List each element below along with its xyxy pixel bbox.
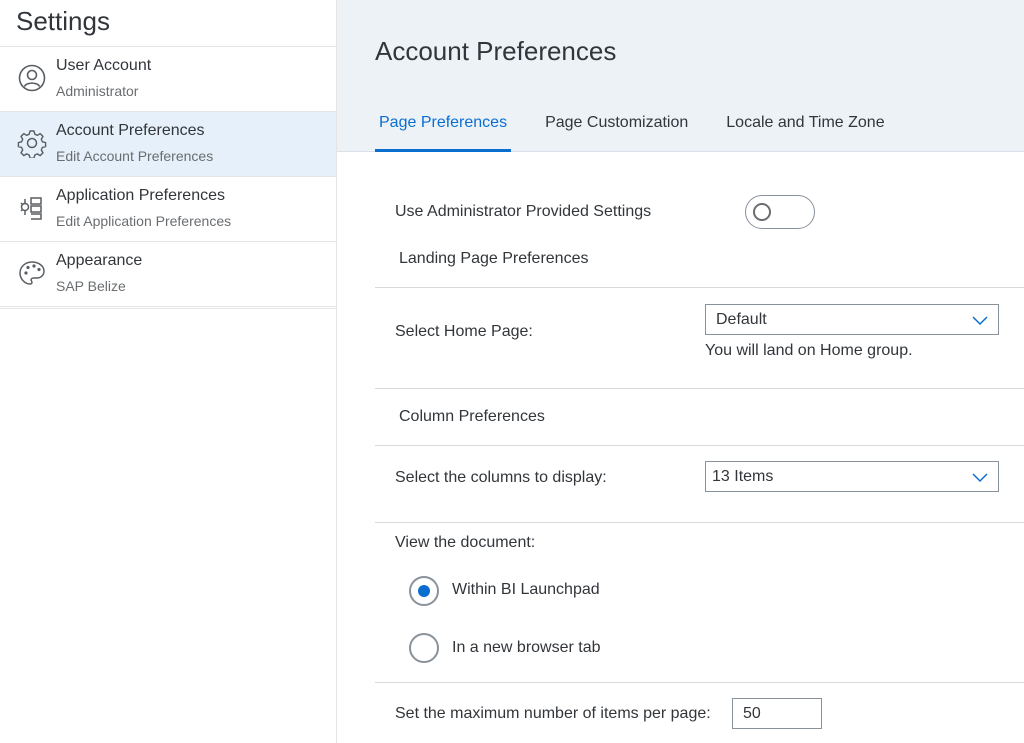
main-panel: Account Preferences Page Preferences Pag… bbox=[337, 0, 1024, 743]
divider bbox=[375, 445, 1024, 446]
divider bbox=[375, 287, 1024, 288]
tab-page-preferences[interactable]: Page Preferences bbox=[375, 104, 512, 152]
max-items-label: Set the maximum number of items per page… bbox=[395, 705, 711, 722]
sidebar-item-title: Account Preferences bbox=[56, 122, 205, 139]
toggle-knob bbox=[753, 203, 771, 221]
page-title: Account Preferences bbox=[375, 36, 617, 66]
tab-page-customization[interactable]: Page Customization bbox=[541, 104, 692, 152]
radio-label-new-browser-tab: In a new browser tab bbox=[452, 639, 601, 656]
radio-new-browser-tab[interactable] bbox=[409, 633, 439, 663]
settings-sidebar: Settings User Account Administrator Acco… bbox=[0, 0, 337, 743]
columns-select[interactable]: 13 Items bbox=[705, 461, 999, 492]
sidebar-item-title: Appearance bbox=[56, 252, 143, 269]
home-page-select[interactable]: Default bbox=[705, 304, 999, 335]
radio-label-within-bi-launchpad: Within BI Launchpad bbox=[452, 581, 600, 598]
sidebar-item-application-preferences[interactable]: Application Preferences Edit Application… bbox=[0, 177, 336, 242]
landing-page-section-title: Landing Page Preferences bbox=[399, 250, 589, 267]
sidebar-item-desc: Edit Account Preferences bbox=[56, 148, 214, 164]
page-header: Account Preferences Page Preferences Pag… bbox=[337, 0, 1024, 152]
divider bbox=[375, 682, 1024, 683]
radio-dot bbox=[418, 585, 430, 597]
columns-select-value: 13 Items bbox=[712, 468, 774, 485]
max-items-input[interactable] bbox=[732, 698, 822, 729]
divider bbox=[375, 388, 1024, 389]
chevron-down-icon bbox=[972, 473, 988, 483]
user-icon bbox=[17, 63, 47, 93]
divider bbox=[375, 522, 1024, 523]
admin-settings-label: Use Administrator Provided Settings bbox=[395, 203, 652, 220]
sidebar-list-end bbox=[0, 307, 336, 309]
sidebar-item-account-preferences[interactable]: Account Preferences Edit Account Prefere… bbox=[0, 112, 336, 177]
application-icon bbox=[17, 193, 47, 223]
home-page-hint: You will land on Home group. bbox=[705, 342, 913, 359]
home-page-select-value: Default bbox=[716, 311, 767, 328]
column-preferences-section-title: Column Preferences bbox=[399, 408, 545, 425]
sidebar-item-title: User Account bbox=[56, 57, 152, 74]
sidebar-title: Settings bbox=[16, 6, 110, 36]
sidebar-item-desc: Administrator bbox=[56, 83, 139, 99]
sidebar-item-title: Application Preferences bbox=[56, 187, 225, 204]
palette-icon bbox=[17, 258, 47, 288]
admin-settings-toggle[interactable] bbox=[745, 195, 815, 229]
tab-bar: Page Preferences Page Customization Loca… bbox=[375, 104, 919, 152]
radio-within-bi-launchpad[interactable] bbox=[409, 576, 439, 606]
sidebar-item-desc: SAP Belize bbox=[56, 278, 126, 294]
view-document-label: View the document: bbox=[395, 534, 536, 551]
sidebar-list: User Account Administrator Account Prefe… bbox=[0, 46, 336, 309]
home-page-label: Select Home Page: bbox=[395, 323, 533, 340]
sidebar-item-user-account[interactable]: User Account Administrator bbox=[0, 47, 336, 112]
gear-icon bbox=[17, 128, 47, 159]
tab-locale-time-zone[interactable]: Locale and Time Zone bbox=[722, 104, 888, 152]
sidebar-item-desc: Edit Application Preferences bbox=[56, 213, 232, 229]
sidebar-item-appearance[interactable]: Appearance SAP Belize bbox=[0, 242, 336, 307]
chevron-down-icon bbox=[972, 316, 988, 326]
columns-label: Select the columns to display: bbox=[395, 469, 607, 486]
